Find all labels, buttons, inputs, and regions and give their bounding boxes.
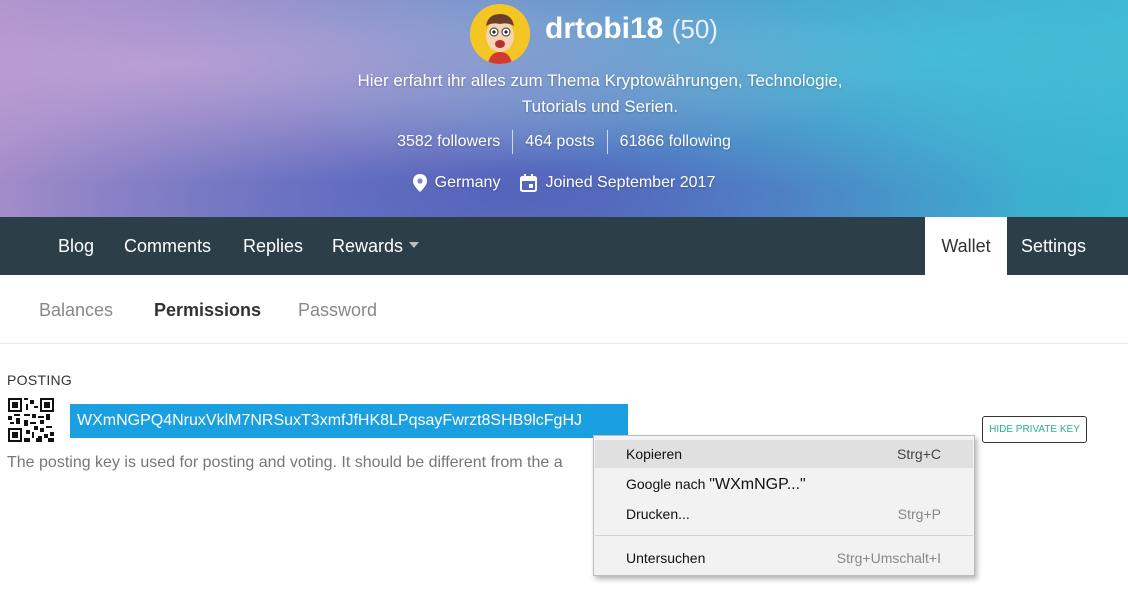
context-menu-inspect[interactable]: Untersuchen Strg+Umschalt+I	[595, 544, 973, 572]
posting-label: POSTING	[7, 372, 73, 388]
google-search-query: "WXmNGP..."	[709, 476, 806, 493]
qr-code-icon[interactable]	[8, 398, 54, 442]
tab-permissions[interactable]: Permissions	[154, 300, 261, 321]
nav-blog[interactable]: Blog	[58, 217, 94, 275]
nav-settings[interactable]: Settings	[1021, 217, 1086, 275]
inspect-label: Untersuchen	[626, 550, 706, 566]
hide-private-key-button[interactable]: HIDE PRIVATE KEY	[982, 416, 1087, 443]
wallet-tabs: Balances Permissions Password	[0, 275, 1128, 344]
context-menu-copy[interactable]: Kopieren Strg+C	[595, 440, 973, 468]
chevron-down-icon	[409, 242, 420, 249]
context-menu-google-search[interactable]: Google nach "WXmNGP..."	[595, 470, 973, 498]
followers-count[interactable]: 3582 followers	[385, 133, 512, 154]
profile-stats: 3582 followers 464 posts 61866 following	[0, 130, 1128, 154]
reputation-score: (50)	[671, 14, 718, 44]
nav-comments[interactable]: Comments	[124, 217, 211, 275]
copy-label: Kopieren	[626, 446, 683, 462]
following-count[interactable]: 61866 following	[608, 133, 743, 154]
location-text: Germany	[434, 174, 501, 191]
google-search-label: Google nach	[626, 476, 710, 492]
nav-rewards-label: Rewards	[332, 236, 404, 256]
tab-balances[interactable]: Balances	[39, 300, 113, 321]
nav-rewards[interactable]: Rewards	[332, 217, 420, 275]
context-menu-divider	[595, 535, 973, 536]
nav-wallet[interactable]: Wallet	[925, 217, 1007, 275]
print-label: Drucken...	[626, 506, 690, 522]
location: Germany	[412, 174, 501, 192]
joined-text: Joined September 2017	[545, 174, 716, 191]
joined: Joined September 2017	[520, 174, 715, 192]
username-line: drtobi18 (50)	[545, 12, 718, 46]
print-shortcut: Strg+P	[897, 506, 941, 522]
posting-description: The posting key is used for posting and …	[7, 454, 563, 471]
tab-password[interactable]: Password	[298, 300, 377, 321]
posting-private-key[interactable]: WXmNGPQ4NruxVklM7NRSuxT3xmfJfHK8LPqsayFw…	[70, 404, 628, 438]
nav-replies[interactable]: Replies	[243, 217, 303, 275]
username: drtobi18	[545, 12, 664, 45]
main-nav: Blog Comments Replies Rewards Wallet Set…	[0, 217, 1128, 275]
inspect-shortcut: Strg+Umschalt+I	[836, 550, 941, 566]
posts-count: 464 posts	[525, 133, 595, 150]
calendar-icon	[520, 174, 538, 192]
location-pin-icon	[412, 174, 427, 192]
profile-about: Hier erfahrt ihr alles zum Thema Kryptow…	[357, 71, 843, 116]
avatar[interactable]	[470, 4, 530, 64]
profile-meta: Germany Joined September 2017	[0, 174, 1128, 192]
context-menu-print[interactable]: Drucken... Strg+P	[595, 500, 973, 528]
profile-header: drtobi18 (50) Hier erfahrt ihr alles zum…	[0, 0, 1128, 217]
context-menu: Kopieren Strg+C Google nach "WXmNGP..." …	[593, 435, 975, 576]
copy-shortcut: Strg+C	[897, 446, 941, 462]
